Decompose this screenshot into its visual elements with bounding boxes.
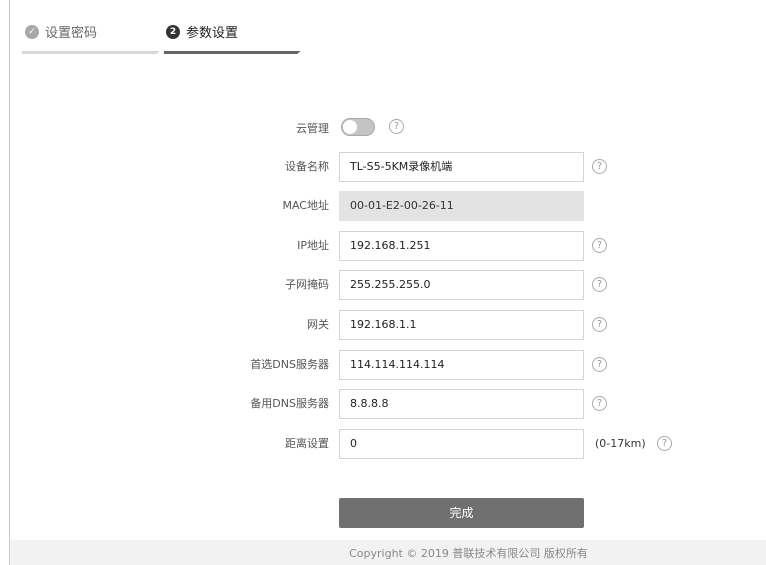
- field-label: 设备名称: [285, 160, 329, 173]
- distance-unit: (0-17km): [595, 437, 646, 450]
- subnet-mask-input[interactable]: 255.255.255.0: [339, 270, 584, 300]
- field-label: 距离设置: [285, 437, 329, 450]
- toggle-knob: [343, 120, 357, 134]
- step-progress-bar-active: [162, 51, 300, 54]
- secondary-dns-row: 备用DNS服务器 8.8.8.8 ?: [10, 389, 766, 419]
- help-icon[interactable]: ?: [389, 119, 404, 134]
- device-name-input[interactable]: TL-S5-5KM录像机端: [339, 152, 584, 182]
- help-icon[interactable]: ?: [592, 277, 607, 292]
- help-icon[interactable]: ?: [592, 357, 607, 372]
- gateway-input[interactable]: 192.168.1.1: [339, 310, 584, 340]
- step-divider: [296, 48, 305, 55]
- secondary-dns-input[interactable]: 8.8.8.8: [339, 389, 584, 419]
- copyright-footer: Copyright © 2019 普联技术有限公司 版权所有: [10, 540, 766, 565]
- cloud-management-toggle[interactable]: [341, 118, 375, 136]
- field-label: 备用DNS服务器: [250, 397, 329, 410]
- field-label: 首选DNS服务器: [250, 358, 329, 371]
- field-label: 子网掩码: [285, 278, 329, 291]
- step-progress-bar-inactive: [22, 51, 159, 54]
- help-icon[interactable]: ?: [592, 396, 607, 411]
- distance-row: 距离设置 0 (0-17km) ?: [10, 429, 766, 459]
- help-icon[interactable]: ?: [657, 436, 672, 451]
- subnet-mask-row: 子网掩码 255.255.255.0 ?: [10, 270, 766, 300]
- field-label: MAC地址: [282, 199, 329, 212]
- step-divider: [155, 48, 164, 55]
- finish-button[interactable]: 完成: [339, 498, 584, 528]
- gateway-row: 网关 192.168.1.1 ?: [10, 310, 766, 340]
- main-panel: ✓ 设置密码 2 参数设置 云管理 ? 设备名称 TL-S5-5KM录像机端 ?…: [9, 0, 766, 565]
- check-circle-icon: ✓: [25, 24, 39, 39]
- cloud-management-row: 云管理 ?: [10, 114, 766, 144]
- field-label: IP地址: [297, 239, 329, 252]
- step-parameter-settings: 2 参数设置: [166, 22, 238, 41]
- device-name-row: 设备名称 TL-S5-5KM录像机端 ?: [10, 152, 766, 182]
- step-number-icon: 2: [166, 24, 180, 39]
- mac-address-field: 00-01-E2-00-26-11: [339, 191, 584, 221]
- field-label: 网关: [307, 318, 329, 331]
- step-set-password: ✓ 设置密码: [25, 22, 97, 41]
- mac-address-row: MAC地址 00-01-E2-00-26-11: [10, 191, 766, 221]
- step-label: 设置密码: [45, 26, 98, 41]
- distance-input[interactable]: 0: [339, 429, 584, 459]
- help-icon[interactable]: ?: [592, 159, 607, 174]
- primary-dns-row: 首选DNS服务器 114.114.114.114 ?: [10, 350, 766, 380]
- ip-address-row: IP地址 192.168.1.251 ?: [10, 231, 766, 261]
- step-label: 参数设置: [186, 26, 239, 41]
- help-icon[interactable]: ?: [592, 238, 607, 253]
- copyright-text: Copyright © 2019 普联技术有限公司 版权所有: [349, 547, 588, 560]
- field-label: 云管理: [296, 122, 329, 135]
- primary-dns-input[interactable]: 114.114.114.114: [339, 350, 584, 380]
- ip-address-input[interactable]: 192.168.1.251: [339, 231, 584, 261]
- help-icon[interactable]: ?: [592, 317, 607, 332]
